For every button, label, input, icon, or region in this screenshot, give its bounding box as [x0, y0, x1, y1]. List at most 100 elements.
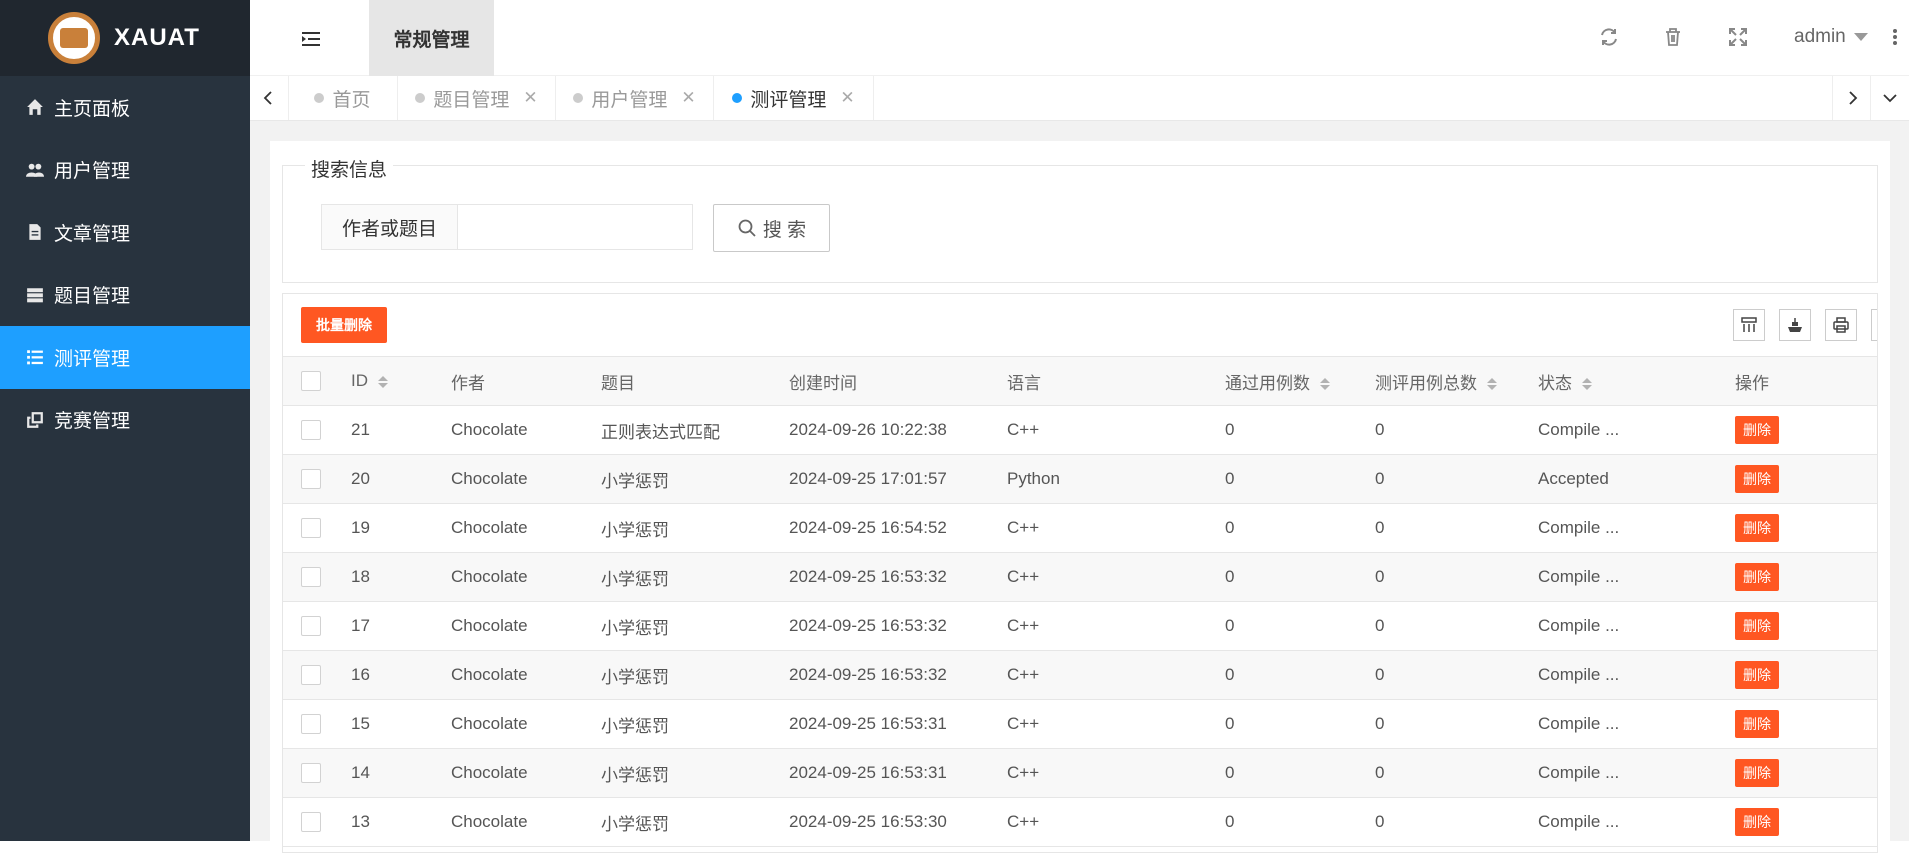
delete-button[interactable]: 删除 [1735, 808, 1779, 836]
row-checkbox[interactable] [301, 714, 321, 735]
tab-home[interactable]: 首页 [288, 76, 398, 120]
tab-dot [415, 93, 426, 103]
sidebar: XAUAT 主页面板 用户管理 文章管理 题目管理 测评管理 竞赛管理 [0, 0, 250, 841]
select-all-checkbox[interactable] [301, 371, 321, 392]
column-header-passed[interactable]: 通过用例数 [1225, 357, 1375, 406]
tab-scroll-right-icon[interactable] [1832, 76, 1871, 120]
caret-down-icon [1853, 33, 1868, 41]
export-icon[interactable] [1779, 309, 1811, 341]
row-checkbox[interactable] [301, 665, 321, 686]
cell-language: C++ [1007, 748, 1225, 798]
search-button-label: 搜 索 [762, 219, 807, 241]
cell-id: 17 [351, 601, 451, 651]
table-row: 19 Chocolate 小学惩罚 2024-09-25 16:54:52 C++ 0 0 C… [283, 503, 1877, 553]
delete-button[interactable]: 删除 [1735, 416, 1779, 444]
row-checkbox[interactable] [301, 420, 321, 441]
batch-delete-button[interactable]: 批量删除 [301, 307, 387, 343]
logo-text: XAUAT [114, 24, 200, 51]
tab-label: 首页 [332, 89, 371, 111]
sort-icon[interactable] [378, 375, 388, 388]
search-input[interactable] [457, 204, 693, 250]
sort-icon[interactable] [1487, 378, 1497, 391]
sort-icon[interactable] [1582, 378, 1592, 391]
tab-label: 用户管理 [591, 89, 668, 111]
cell-author: Chocolate [451, 405, 601, 455]
cell-author: Chocolate [451, 552, 601, 602]
tab-label: 题目管理 [433, 89, 510, 111]
tab-scroll-left-icon[interactable] [250, 76, 289, 120]
cell-created: 2024-09-25 16:53:32 [789, 601, 1007, 651]
sidebar-item-label: 文章管理 [54, 223, 131, 245]
row-checkbox[interactable] [301, 567, 321, 588]
delete-button[interactable]: 删除 [1735, 563, 1779, 591]
sidebar-item-dashboard[interactable]: 主页面板 [0, 76, 250, 139]
tab-dot [573, 93, 584, 103]
delete-button[interactable]: 删除 [1735, 612, 1779, 640]
trash-icon[interactable] [1662, 26, 1686, 50]
sidebar-item-label: 题目管理 [54, 286, 131, 308]
cell-created: 2024-09-25 17:01:57 [789, 454, 1007, 504]
search-icon [738, 219, 756, 237]
table-row: 15 Chocolate 小学惩罚 2024-09-25 16:53:31 C++ 0 0 C… [283, 699, 1877, 749]
tab-label: 测评管理 [750, 89, 827, 111]
info-icon[interactable] [1871, 309, 1877, 341]
sidebar-item-evaluations[interactable]: 测评管理 [0, 326, 250, 389]
cell-language: C++ [1007, 650, 1225, 700]
list-icon [24, 348, 46, 366]
sidebar-item-label: 测评管理 [54, 348, 131, 370]
cell-total: 0 [1375, 748, 1538, 798]
file-icon [24, 223, 46, 241]
delete-button[interactable]: 删除 [1735, 710, 1779, 738]
search-legend: 搜索信息 [305, 155, 394, 182]
delete-button[interactable]: 删除 [1735, 514, 1779, 542]
tab-users[interactable]: 用户管理 ✕ [556, 76, 714, 120]
close-icon[interactable]: ✕ [681, 88, 695, 108]
users-icon [24, 161, 46, 179]
close-icon[interactable]: ✕ [523, 88, 537, 108]
delete-button[interactable]: 删除 [1735, 759, 1779, 787]
cell-passed: 0 [1225, 699, 1375, 749]
cell-problem: 小学惩罚 [601, 699, 789, 749]
delete-button[interactable]: 删除 [1735, 661, 1779, 689]
tab-evaluations[interactable]: 测评管理 ✕ [714, 76, 874, 120]
column-header-status[interactable]: 状态 [1538, 357, 1735, 406]
more-icon[interactable] [1893, 27, 1899, 47]
tab-dropdown-icon[interactable] [1870, 76, 1909, 120]
cell-problem: 正则表达式匹配 [601, 405, 789, 455]
sidebar-item-contests[interactable]: 竞赛管理 [0, 389, 250, 452]
row-checkbox[interactable] [301, 469, 321, 490]
sidebar-item-problems[interactable]: 题目管理 [0, 264, 250, 327]
search-button[interactable]: 搜 索 [713, 204, 830, 252]
cell-status: Compile ... [1538, 601, 1735, 651]
row-checkbox[interactable] [301, 812, 321, 833]
cell-total: 0 [1375, 601, 1538, 651]
sort-icon[interactable] [1320, 378, 1330, 391]
cell-total: 0 [1375, 552, 1538, 602]
sidebar-item-articles[interactable]: 文章管理 [0, 201, 250, 264]
delete-button[interactable]: 删除 [1735, 465, 1779, 493]
row-checkbox[interactable] [301, 518, 321, 539]
print-icon[interactable] [1825, 309, 1857, 341]
cell-author: Chocolate [451, 650, 601, 700]
refresh-icon[interactable] [1598, 26, 1622, 50]
main-content: 搜索信息 作者或题目 搜 索 批量删除 ID 作者 题目 创建时间 语言 通过用… [250, 121, 1909, 853]
user-menu[interactable]: admin [1794, 26, 1868, 48]
sidebar-item-label: 用户管理 [54, 161, 131, 183]
logo[interactable]: XAUAT [0, 0, 250, 76]
sidebar-item-users[interactable]: 用户管理 [0, 139, 250, 202]
fullscreen-icon[interactable] [1727, 26, 1751, 50]
column-header-total[interactable]: 测评用例总数 [1375, 357, 1538, 406]
menu-fold-icon[interactable] [300, 28, 322, 50]
column-header-id[interactable]: ID [351, 357, 451, 406]
data-table: ID 作者 题目 创建时间 语言 通过用例数 测评用例总数 状态 操作 21 Ch… [283, 357, 1877, 847]
cell-id: 20 [351, 454, 451, 504]
columns-filter-icon[interactable] [1733, 309, 1765, 341]
top-nav-general[interactable]: 常规管理 [369, 0, 494, 76]
row-checkbox[interactable] [301, 763, 321, 784]
cell-passed: 0 [1225, 454, 1375, 504]
row-checkbox[interactable] [301, 616, 321, 637]
close-icon[interactable]: ✕ [840, 88, 854, 108]
cell-problem: 小学惩罚 [601, 454, 789, 504]
tab-problems[interactable]: 题目管理 ✕ [398, 76, 556, 120]
cell-author: Chocolate [451, 503, 601, 553]
